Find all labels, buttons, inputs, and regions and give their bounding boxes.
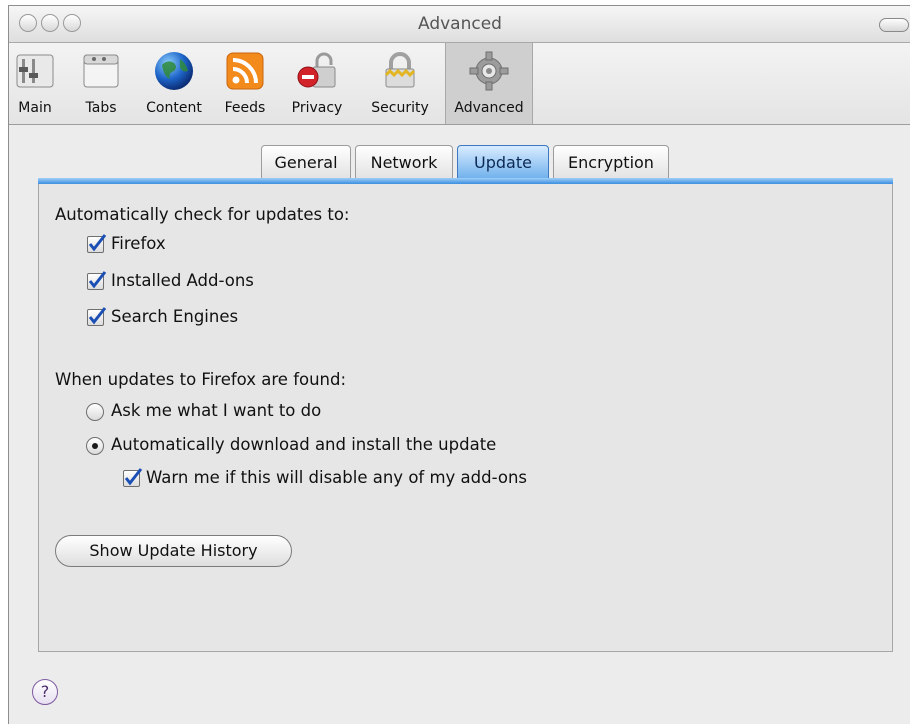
checkmark-icon <box>88 307 107 325</box>
toolbar-item-advanced[interactable]: Advanced <box>445 43 533 124</box>
toolbar-label: Security <box>371 100 429 116</box>
toolbar-item-feeds[interactable]: Feeds <box>217 43 273 124</box>
toolbar-toggle-button[interactable] <box>879 18 909 32</box>
firefox-checkbox-label: Firefox <box>111 234 166 253</box>
addons-checkbox-label: Installed Add-ons <box>111 271 254 290</box>
auto-install-radio-label: Automatically download and install the u… <box>111 435 497 454</box>
toolbar-label: Main <box>18 100 52 116</box>
warn-addons-checkbox-label: Warn me if this will disable any of my a… <box>146 468 528 487</box>
help-button[interactable]: ? <box>32 679 58 705</box>
checkmark-icon <box>88 271 107 289</box>
toolbar-item-main[interactable]: Main <box>9 43 61 124</box>
show-update-history-button[interactable]: Show Update History <box>55 535 292 567</box>
checkmark-icon <box>88 234 107 252</box>
toolbar-label: Content <box>146 100 202 116</box>
tab-update[interactable]: Update <box>457 145 549 179</box>
firefox-checkbox[interactable] <box>87 234 107 253</box>
search-engines-checkbox-label: Search Engines <box>111 307 239 326</box>
tab-network[interactable]: Network <box>355 145 453 179</box>
ask-me-radio-label: Ask me what I want to do <box>111 401 322 420</box>
toolbar-item-privacy[interactable]: Privacy <box>283 43 351 124</box>
padlock-icon <box>384 52 416 88</box>
auto-install-radio[interactable] <box>86 437 104 455</box>
preferences-toolbar: Main Tabs Content Feeds Privacy Security… <box>9 43 910 125</box>
addons-checkbox[interactable] <box>87 271 107 290</box>
title-bar: Advanced <box>9 6 910 43</box>
tabs-icon <box>83 54 119 88</box>
toolbar-item-tabs[interactable]: Tabs <box>75 43 127 124</box>
globe-icon <box>155 52 193 90</box>
toolbar-label: Privacy <box>291 100 343 116</box>
rss-icon <box>226 52 264 90</box>
toolbar-item-content[interactable]: Content <box>139 43 209 124</box>
toolbar-item-security[interactable]: Security <box>360 43 440 124</box>
ask-me-radio[interactable] <box>86 403 104 421</box>
tab-general[interactable]: General <box>261 145 351 179</box>
toolbar-label: Advanced <box>454 100 524 116</box>
toolbar-label: Feeds <box>224 100 266 116</box>
preferences-window: Advanced Main Tabs Content Feeds Privacy… <box>8 5 910 724</box>
toolbar-label: Tabs <box>85 100 117 116</box>
updates-found-heading: When updates to Firefox are found: <box>55 370 347 389</box>
window-title: Advanced <box>418 14 502 34</box>
checkmark-icon <box>124 468 143 486</box>
warn-addons-checkbox[interactable] <box>123 468 143 487</box>
auto-check-heading: Automatically check for updates to: <box>55 205 350 224</box>
lock-icon <box>297 52 336 88</box>
tab-encryption[interactable]: Encryption <box>553 145 669 179</box>
gear-icon <box>469 51 509 91</box>
switch-icon <box>16 54 54 88</box>
search-engines-checkbox[interactable] <box>87 307 107 326</box>
